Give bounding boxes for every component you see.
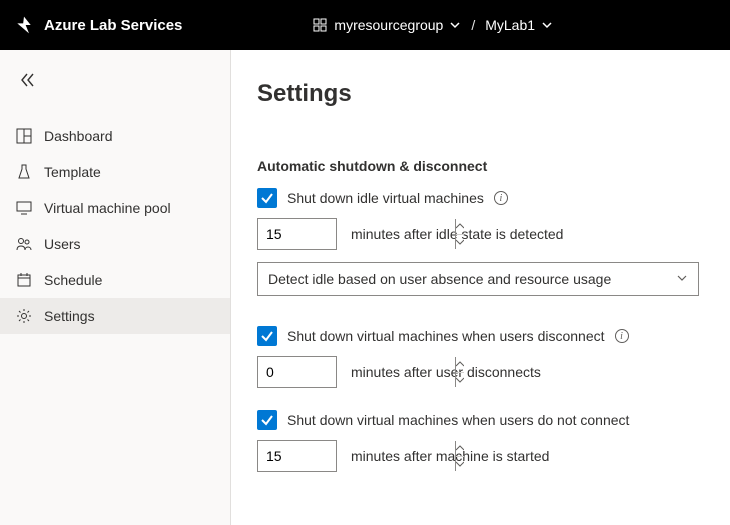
calendar-icon xyxy=(16,272,32,288)
check-icon xyxy=(260,191,274,205)
main-content: Settings Automatic shutdown & disconnect… xyxy=(231,50,730,525)
noconnect-minutes-value[interactable] xyxy=(258,441,455,471)
sidebar-item-label: Users xyxy=(44,236,81,252)
sidebar-item-label: Virtual machine pool xyxy=(44,200,171,216)
sidebar-item-label: Dashboard xyxy=(44,128,113,144)
noconnect-block: Shut down virtual machines when users do… xyxy=(257,410,704,472)
idle-minutes-value[interactable] xyxy=(258,219,455,249)
app-title: Azure Lab Services xyxy=(44,17,182,34)
disconnect-checkbox[interactable] xyxy=(257,326,277,346)
noconnect-checkbox-label: Shut down virtual machines when users do… xyxy=(287,412,629,428)
sidebar-item-dashboard[interactable]: Dashboard xyxy=(0,118,230,154)
resource-group-icon xyxy=(312,17,328,33)
breadcrumb: myresourcegroup / MyLab1 xyxy=(312,17,553,33)
top-header: Azure Lab Services myresourcegroup / MyL… xyxy=(0,0,730,50)
check-icon xyxy=(260,413,274,427)
sidebar-nav: Dashboard Template Virtual machine pool … xyxy=(0,118,230,334)
info-icon[interactable]: i xyxy=(494,191,508,205)
page-title: Settings xyxy=(257,80,704,108)
sidebar-item-label: Settings xyxy=(44,308,95,324)
idle-checkbox-label: Shut down idle virtual machines xyxy=(287,190,484,206)
azure-labs-icon xyxy=(14,15,34,35)
spinner-up-button[interactable] xyxy=(456,357,464,373)
app-brand[interactable]: Azure Lab Services xyxy=(14,15,182,35)
spinner-down-button[interactable] xyxy=(456,373,464,388)
sidebar-item-schedule[interactable]: Schedule xyxy=(0,262,230,298)
chevron-down-icon xyxy=(676,271,688,287)
idle-detect-dropdown[interactable]: Detect idle based on user absence and re… xyxy=(257,262,699,296)
sidebar-item-label: Schedule xyxy=(44,272,102,288)
sidebar-item-template[interactable]: Template xyxy=(0,154,230,190)
spinner-up-button[interactable] xyxy=(456,441,464,457)
breadcrumb-separator: / xyxy=(471,17,475,33)
sidebar-collapse-button[interactable] xyxy=(0,60,230,100)
idle-minutes-input[interactable] xyxy=(257,218,337,250)
spinner-down-button[interactable] xyxy=(456,235,464,250)
section-title: Automatic shutdown & disconnect xyxy=(257,158,704,174)
info-icon[interactable]: i xyxy=(615,329,629,343)
disconnect-minutes-input[interactable] xyxy=(257,356,337,388)
sidebar-item-vmpool[interactable]: Virtual machine pool xyxy=(0,190,230,226)
breadcrumb-lab-label: MyLab1 xyxy=(485,17,535,33)
dashboard-icon xyxy=(16,128,32,144)
disconnect-minutes-value[interactable] xyxy=(258,357,455,387)
double-chevron-left-icon xyxy=(18,71,36,89)
template-icon xyxy=(16,164,32,180)
sidebar: Dashboard Template Virtual machine pool … xyxy=(0,50,231,525)
sidebar-item-users[interactable]: Users xyxy=(0,226,230,262)
disconnect-checkbox-label: Shut down virtual machines when users di… xyxy=(287,328,605,344)
noconnect-minutes-input[interactable] xyxy=(257,440,337,472)
chevron-down-icon xyxy=(449,19,461,31)
gear-icon xyxy=(16,308,32,324)
spinner-up-button[interactable] xyxy=(456,219,464,235)
idle-checkbox[interactable] xyxy=(257,188,277,208)
breadcrumb-rg-label: myresourcegroup xyxy=(334,17,443,33)
users-icon xyxy=(16,236,32,252)
sidebar-item-settings[interactable]: Settings xyxy=(0,298,230,334)
spinner-down-button[interactable] xyxy=(456,457,464,472)
chevron-down-icon xyxy=(541,19,553,31)
idle-detect-value: Detect idle based on user absence and re… xyxy=(268,271,611,287)
noconnect-checkbox[interactable] xyxy=(257,410,277,430)
check-icon xyxy=(260,329,274,343)
sidebar-item-label: Template xyxy=(44,164,101,180)
breadcrumb-resourcegroup[interactable]: myresourcegroup xyxy=(312,17,461,33)
monitor-icon xyxy=(16,200,32,216)
breadcrumb-lab[interactable]: MyLab1 xyxy=(485,17,553,33)
disconnect-block: Shut down virtual machines when users di… xyxy=(257,326,704,388)
idle-block: Shut down idle virtual machines i minute… xyxy=(257,188,704,296)
